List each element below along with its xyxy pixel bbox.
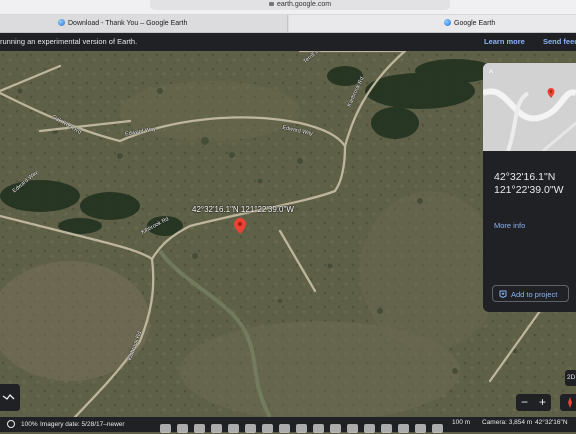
add-location-icon <box>499 290 507 298</box>
url-field[interactable]: earth.google.com <box>150 0 450 10</box>
google-earth-favicon-icon <box>444 19 451 26</box>
add-to-project-button[interactable]: Add to project <box>492 285 569 302</box>
location-thumbnail[interactable] <box>483 63 576 151</box>
imagery-date: Imagery date: 5/28/17–newer <box>40 421 125 428</box>
browser-tab-bar: Download - Thank You – Google Earth Goog… <box>0 15 576 33</box>
location-pin-icon[interactable] <box>234 218 246 234</box>
zoom-out-button[interactable]: − <box>516 394 533 411</box>
latitude-text: 42°32'16.1"N <box>494 171 556 183</box>
loading-indicator-icon <box>7 420 15 428</box>
longitude-text: 121°22'39.0"W <box>494 184 564 196</box>
zoom-controls: − + <box>516 394 551 411</box>
tab-google-earth[interactable]: Google Earth <box>289 15 576 32</box>
lock-icon <box>268 2 274 6</box>
camera-altitude: Camera: 3,854 m <box>482 419 533 426</box>
layers-button[interactable] <box>0 384 20 411</box>
compass-icon <box>568 397 572 408</box>
pin-coordinate-label: 42°32'16.1"N 121°22'39.0"W <box>192 205 294 214</box>
toggle-2d-button[interactable]: 2D <box>565 370 576 386</box>
tab-google-earth-label: Google Earth <box>454 20 496 27</box>
url-text: earth.google.com <box>276 1 332 8</box>
send-feedback-link[interactable]: Send feedback <box>543 33 576 51</box>
browser-address-bar[interactable]: earth.google.com <box>0 0 576 15</box>
zoom-level: 100% <box>21 421 38 428</box>
zoom-in-button[interactable]: + <box>534 394 551 411</box>
os-dock <box>160 424 460 434</box>
location-info-panel: ^ 42°32'16.1"N 121°22'39.0"W More info A… <box>483 63 576 312</box>
banner-message: running an experimental version of Earth… <box>0 37 138 46</box>
learn-more-link[interactable]: Learn more <box>484 33 525 51</box>
cursor-coordinates: 42°32'16"N <box>535 419 568 426</box>
tab-download-label: Download - Thank You – Google Earth <box>68 20 188 27</box>
compass-button[interactable] <box>560 394 576 411</box>
experimental-banner: running an experimental version of Earth… <box>0 33 576 51</box>
collapse-panel-chevron-icon[interactable]: ^ <box>489 69 493 78</box>
google-earth-favicon-icon <box>58 19 65 26</box>
add-to-project-label: Add to project <box>511 290 558 299</box>
layers-icon <box>2 394 15 400</box>
more-info-link[interactable]: More info <box>494 221 525 230</box>
tab-download[interactable]: Download - Thank You – Google Earth <box>0 15 288 32</box>
